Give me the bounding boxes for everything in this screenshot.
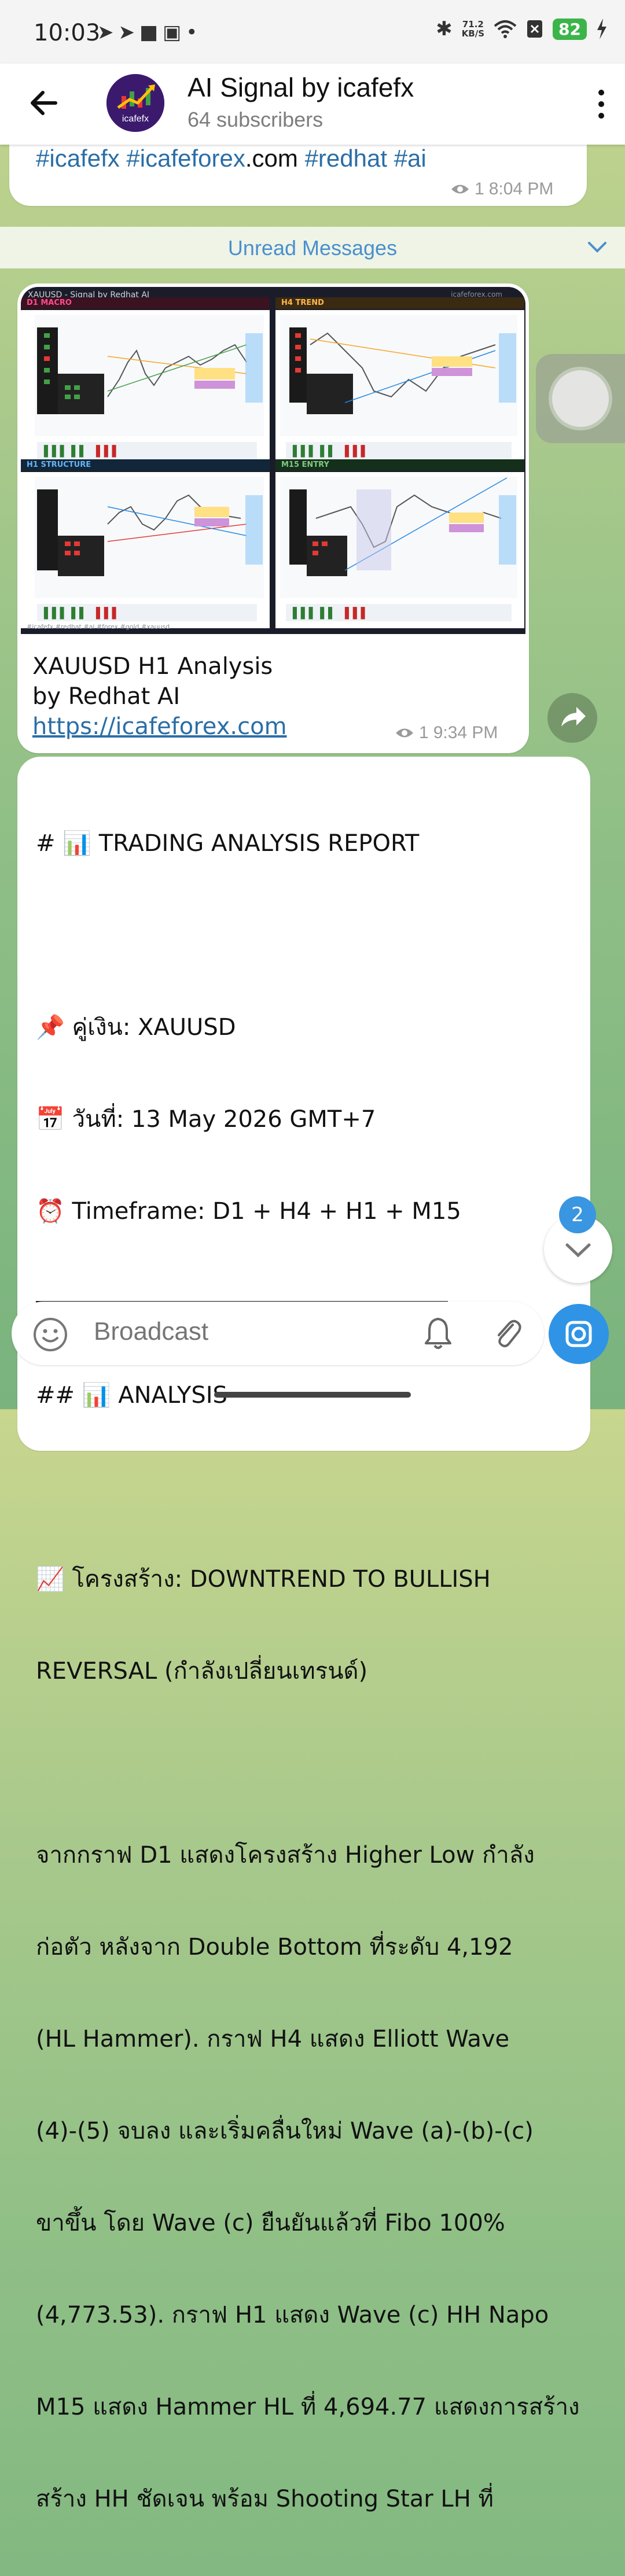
- views-eye-icon: [451, 185, 469, 194]
- chart-image[interactable]: XAUUSD - Signal by Redhat AI icafeforex.…: [21, 287, 525, 634]
- unread-count-badge: 2: [559, 1196, 596, 1233]
- paragraph-line: สร้าง HH ชัดเจน พร้อม Shooting Star LH ท…: [36, 2486, 494, 2512]
- hashtags: #icafefx #icafeforex.com #redhat #ai: [36, 145, 427, 172]
- notification-icons: ➤➤■▣•: [97, 21, 202, 44]
- candlestick-chart: ▌▌▌ ▌▌ ▌▌▌: [280, 477, 517, 621]
- floating-assistive-button[interactable]: [536, 354, 625, 443]
- net-speed: 71.2 KB/S: [462, 20, 484, 38]
- paragraph-line: ขาขึ้น โดย Wave (c) ยืนยันแล้วที่ Fibo 1…: [36, 2210, 505, 2236]
- wifi-icon: [494, 20, 517, 38]
- structure-line: 📈 โครงสร้าง: DOWNTREND TO BULLISH: [36, 1566, 491, 1593]
- hashtag-link[interactable]: #redhat: [305, 145, 387, 172]
- hashtag-link[interactable]: #ai: [394, 145, 427, 172]
- net-speed-unit: KB/S: [461, 28, 485, 39]
- svg-text:▌▌▌: ▌▌▌: [344, 607, 369, 620]
- view-count: 1: [475, 179, 484, 198]
- assistive-touch-icon: [552, 370, 609, 427]
- svg-text:icafefx: icafefx: [122, 114, 149, 124]
- panel-title: H4 TREND: [275, 297, 524, 309]
- candlestick-chart: ▌▌▌ ▌▌ ▌▌▌: [35, 477, 264, 621]
- chart-panel-h1: H1 STRUCTURE ▌▌▌ ▌▌ ▌▌▌: [21, 459, 270, 628]
- share-button[interactable]: [547, 693, 597, 743]
- message-time: 9:34 PM: [433, 723, 498, 742]
- chevron-down-icon[interactable]: [587, 239, 608, 256]
- status-bar: 10:03 ➤➤■▣• ✱ 71.2 KB/S 82: [0, 0, 625, 64]
- report-pair: 📌 คู่เงิน: XAUUSD: [36, 1014, 236, 1041]
- svg-text:▌▌▌: ▌▌▌: [95, 445, 120, 458]
- svg-text:▌▌▌ ▌▌: ▌▌▌ ▌▌: [43, 445, 87, 458]
- view-count: 1: [419, 723, 429, 742]
- message-time: 8:04 PM: [488, 179, 554, 198]
- parking-icon: ▣: [163, 21, 186, 44]
- emoji-icon[interactable]: [32, 1317, 68, 1353]
- paragraph-line: M15 แสดง Hammer HL ที่ 4,694.77 แสดงการส…: [36, 2394, 580, 2420]
- chart-panel-m15: M15 ENTRY ▌▌▌ ▌▌ ▌▌▌: [275, 459, 524, 628]
- svg-text:▌▌▌: ▌▌▌: [95, 607, 120, 620]
- image-message[interactable]: XAUUSD - Signal by Redhat AI icafeforex.…: [17, 283, 529, 753]
- subscriber-count: 64 subscribers: [188, 108, 323, 131]
- report-timeframe: ⏰ Timeframe: D1 + H4 + H1 + M15: [36, 1198, 461, 1225]
- hashtag-suffix: .com: [245, 145, 298, 172]
- candlestick-chart: ▌▌▌ ▌▌ ▌▌▌: [35, 315, 264, 459]
- svg-text:▌▌▌ ▌▌: ▌▌▌ ▌▌: [292, 607, 336, 620]
- channel-logo: icafefx: [106, 74, 164, 132]
- chat-header: icafefx AI Signal by icafefx 64 subscrib…: [0, 64, 625, 145]
- svg-text:▌▌▌ ▌▌: ▌▌▌ ▌▌: [292, 445, 336, 458]
- hashtag-link[interactable]: #icafeforex: [126, 145, 245, 172]
- caption-link[interactable]: https://icafeforex.com: [32, 713, 287, 740]
- message-meta: 1 9:34 PM: [395, 723, 498, 743]
- battery-level: 82: [553, 18, 587, 40]
- channel-avatar[interactable]: icafefx: [106, 74, 164, 132]
- structure-line: REVERSAL (กำลังเปลี่ยนเทรนด์): [36, 1658, 368, 1685]
- dot-icon: •: [186, 21, 203, 44]
- app-icon: ■: [139, 21, 163, 44]
- send-icon: ➤: [118, 21, 139, 44]
- report-title: # 📊 TRADING ANALYSIS REPORT: [36, 830, 420, 857]
- bluetooth-icon: ✱: [436, 17, 453, 40]
- hashtag-link[interactable]: #icafefx: [36, 145, 120, 172]
- svg-text:▌▌▌ ▌▌: ▌▌▌ ▌▌: [43, 607, 87, 620]
- status-right: ✱ 71.2 KB/S 82: [436, 17, 608, 40]
- broadcast-input[interactable]: [93, 1317, 384, 1347]
- back-arrow-icon[interactable]: [25, 84, 62, 121]
- panel-title: M15 ENTRY: [275, 459, 524, 471]
- paragraph-line: (4)-(5) จบลง และเริ่มคลื่นใหม่ Wave (a)-…: [36, 2118, 534, 2144]
- unread-label: Unread Messages: [227, 236, 398, 260]
- image-caption: XAUUSD H1 Analysis by Redhat AI https://…: [32, 651, 287, 742]
- report-text: # 📊 TRADING ANALYSIS REPORT 📌 คู่เงิน: X…: [36, 767, 580, 2576]
- caption-line: XAUUSD H1 Analysis: [32, 653, 273, 680]
- camera-icon: [565, 1321, 592, 1347]
- chart-panel-d1: D1 MACRO ▌▌▌ ▌▌ ▌▌▌: [21, 297, 270, 466]
- status-time: 10:03: [34, 20, 101, 46]
- views-eye-icon: [396, 728, 413, 738]
- home-indicator[interactable]: [214, 1392, 411, 1398]
- report-date: 📅 วันที่: 13 May 2026 GMT+7: [36, 1106, 376, 1133]
- charging-icon: [597, 19, 606, 39]
- message-meta: 1 8:04 PM: [450, 179, 553, 199]
- chart-panel-h4: H4 TREND ▌▌▌ ▌▌ ▌▌▌: [275, 297, 524, 466]
- panel-title: H1 STRUCTURE: [21, 459, 270, 471]
- message-composer: [12, 1302, 544, 1365]
- unread-divider: Unread Messages: [0, 227, 625, 268]
- candlestick-chart: ▌▌▌ ▌▌ ▌▌▌: [280, 315, 517, 459]
- channel-title[interactable]: AI Signal by icafefx: [188, 72, 414, 103]
- share-arrow-icon: [561, 707, 586, 727]
- svg-text:▌▌▌: ▌▌▌: [344, 445, 369, 458]
- paragraph-line: (4,773.53). กราฟ H1 แสดง Wave (c) HH Nap…: [36, 2302, 549, 2328]
- more-options-icon[interactable]: [593, 87, 610, 121]
- no-sim-icon: [527, 20, 543, 38]
- paragraph-line: ก่อตัว หลังจาก Double Bottom ที่ระดับ 4,…: [36, 1934, 513, 1960]
- caption-line: by Redhat AI: [32, 683, 181, 710]
- send-icon: ➤: [97, 21, 119, 44]
- paragraph-line: (HL Hammer). กราฟ H4 แสดง Elliott Wave: [36, 2026, 510, 2052]
- panel-title: D1 MACRO: [21, 297, 270, 309]
- camera-button[interactable]: [549, 1304, 609, 1364]
- paperclip-icon[interactable]: [490, 1315, 525, 1351]
- image-footer: #icafefx #redhat #ai #forex #gold #xauus…: [27, 623, 170, 631]
- paragraph-line: จากกราฟ D1 แสดงโครงสร้าง Higher Low กำลั…: [36, 1842, 535, 1869]
- bell-icon[interactable]: [420, 1315, 456, 1351]
